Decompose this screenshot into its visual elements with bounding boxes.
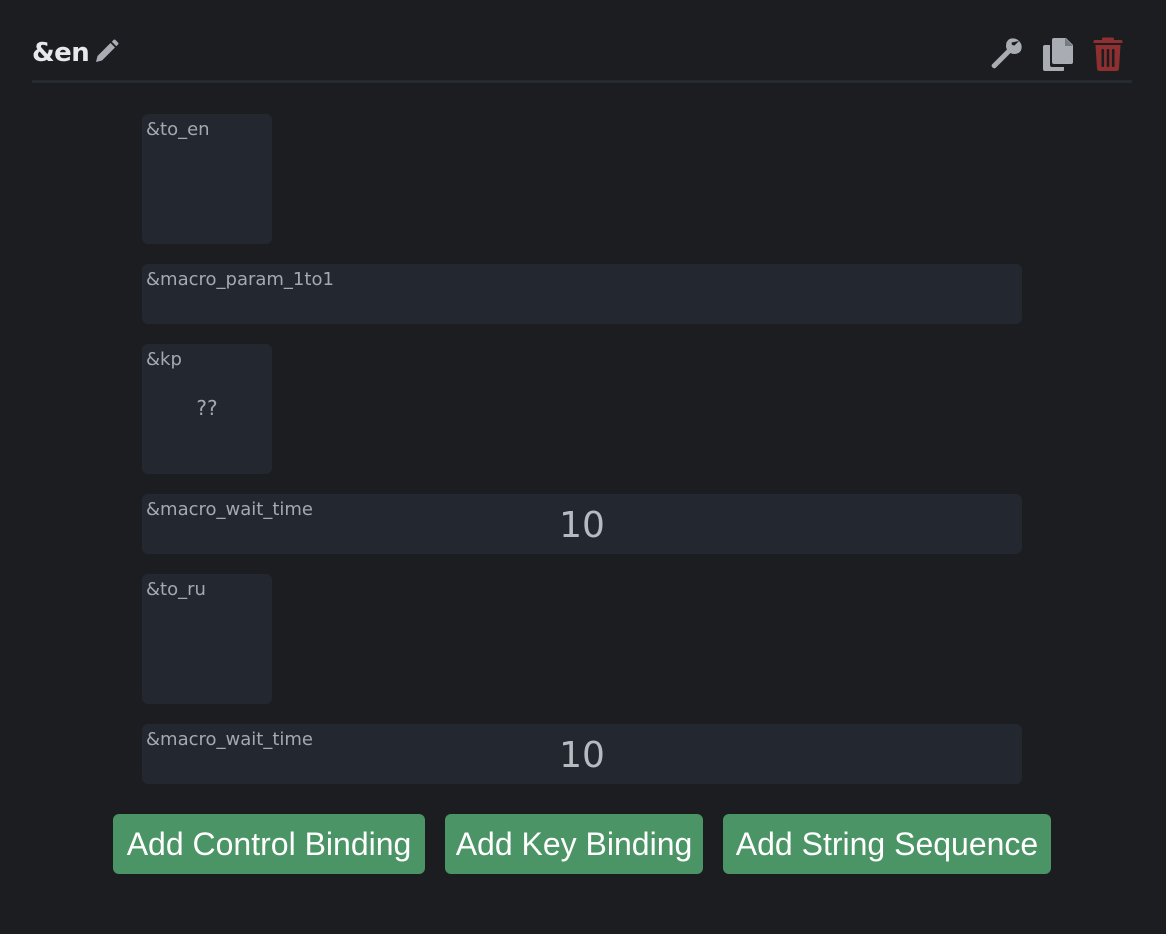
binding-label: &kp bbox=[146, 349, 182, 370]
binding-card[interactable]: &macro_wait_time 10 bbox=[142, 494, 1022, 554]
binding-label: &to_ru bbox=[146, 579, 206, 600]
wait-time-value[interactable]: 10 bbox=[142, 734, 1022, 778]
binding-card[interactable]: &macro_param_1to1 bbox=[142, 264, 1022, 324]
copy-icon[interactable] bbox=[1040, 36, 1076, 72]
trash-icon[interactable] bbox=[1090, 36, 1126, 72]
binding-card[interactable]: &to_ru bbox=[142, 574, 272, 704]
add-control-binding-button[interactable]: Add Control Binding bbox=[113, 814, 425, 874]
binding-label: &macro_param_1to1 bbox=[146, 269, 334, 290]
wait-time-value[interactable]: 10 bbox=[142, 504, 1022, 548]
macro-header: &en bbox=[32, 28, 1132, 83]
binding-card[interactable]: &macro_wait_time 10 bbox=[142, 724, 1022, 784]
binding-label: &to_en bbox=[146, 119, 210, 140]
binding-card[interactable]: &kp ?? bbox=[142, 344, 272, 474]
binding-card[interactable]: &to_en bbox=[142, 114, 272, 244]
add-key-binding-button[interactable]: Add Key Binding bbox=[445, 814, 703, 874]
binding-param[interactable]: ?? bbox=[142, 396, 272, 420]
wrench-icon[interactable] bbox=[988, 36, 1024, 72]
macro-name: &en bbox=[32, 38, 90, 68]
add-string-sequence-button[interactable]: Add String Sequence bbox=[723, 814, 1051, 874]
pencil-icon[interactable] bbox=[92, 38, 120, 66]
